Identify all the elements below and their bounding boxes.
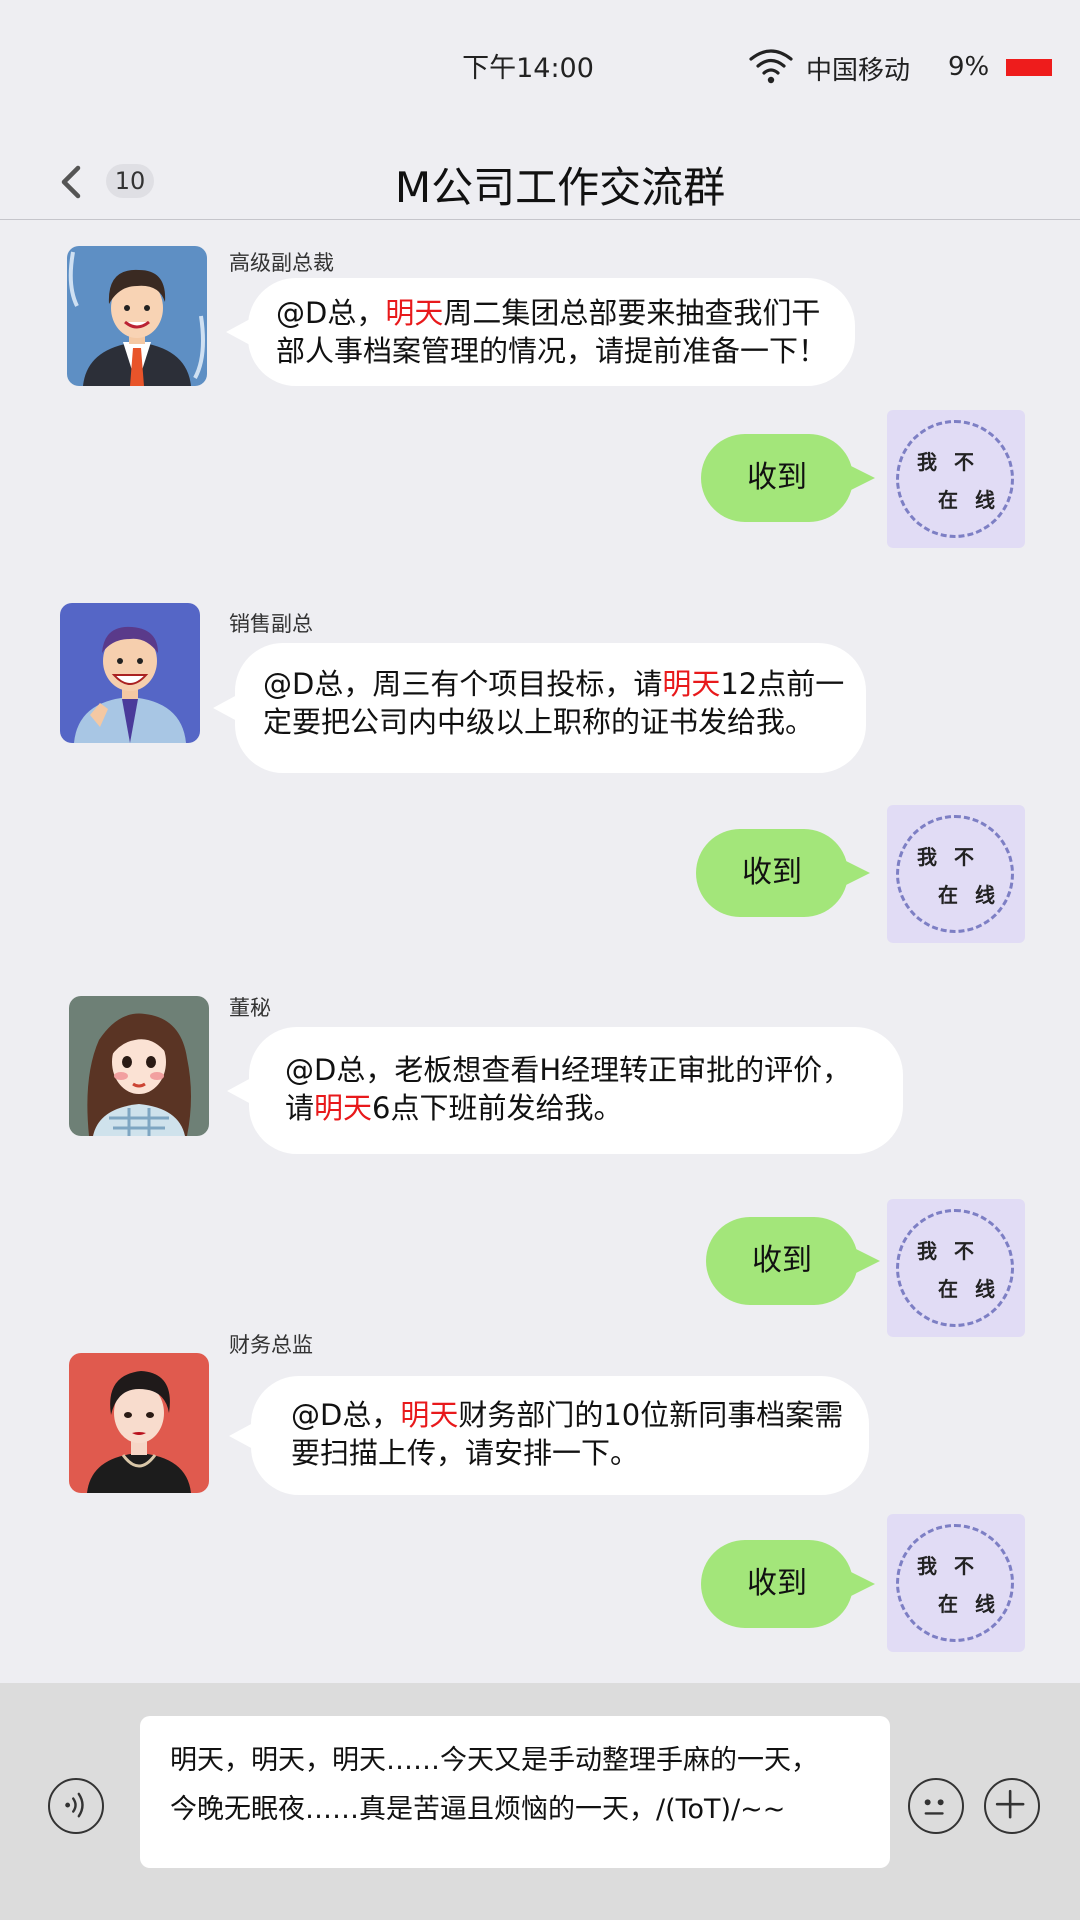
incoming-message-bubble[interactable]: @D总，明天财务部门的10位新同事档案需要扫描上传，请安排一下。 — [229, 1376, 869, 1495]
voice-input-button[interactable] — [48, 1778, 104, 1834]
stamp-text: 在 线 — [938, 1592, 1000, 1616]
stamp-text: 在 线 — [938, 488, 1000, 512]
incoming-message-bubble[interactable]: @D总，明天周二集团总部要来抽查我们干部人事档案管理的情况，请提前准备一下！ — [226, 278, 855, 386]
stamp-text: 我 不 — [917, 1554, 979, 1578]
sender-name: 财务总监 — [229, 1333, 313, 1357]
emoji-icon — [924, 1799, 944, 1815]
header-divider — [0, 219, 1080, 220]
stamp-ring — [896, 1524, 1014, 1642]
message-text: 6点下班前发给我。 — [372, 1091, 623, 1125]
message-text: @D总，周三有个项目投标，请 — [263, 667, 663, 701]
stamp-text: 我 不 — [917, 845, 979, 869]
message-text: @D总， — [291, 1398, 401, 1432]
message-text: @D总， — [276, 296, 386, 330]
sender-name: 销售副总 — [229, 612, 313, 636]
avatar-senior-vp[interactable] — [67, 246, 207, 386]
input-text-line: 明天，明天，明天……今天又是手动整理手麻的一天， — [170, 1745, 818, 1776]
input-text-line: 今晚无眠夜……真是苦逼且烦恼的一天，/(ToT)/~~ — [170, 1794, 786, 1825]
plus-icon — [995, 1789, 1025, 1819]
stamp-ring — [896, 815, 1014, 933]
chat-title: M公司工作交流群 — [394, 163, 726, 212]
stamp-text: 我 不 — [917, 1239, 979, 1263]
incoming-message-bubble[interactable]: @D总，老板想查看H经理转正审批的评价， 请明天6点下班前发给我。 — [227, 1027, 903, 1154]
message-input[interactable]: 明天，明天，明天……今天又是手动整理手麻的一天， 今晚无眠夜……真是苦逼且烦恼的… — [140, 1716, 890, 1868]
emoji-button[interactable] — [908, 1778, 964, 1834]
stamp-ring — [896, 420, 1014, 538]
highlight-word: 明天 — [400, 1398, 459, 1432]
my-avatar[interactable]: 我 不 在 线 — [887, 805, 1025, 943]
avatar-board-secretary[interactable] — [69, 996, 209, 1136]
avatar-sales-vp[interactable] — [60, 603, 200, 743]
my-avatar[interactable]: 我 不 在 线 — [887, 1514, 1025, 1652]
message-text: 请 — [285, 1091, 315, 1125]
avatar-cfo[interactable] — [69, 1353, 209, 1493]
battery-percentage: 9% — [948, 52, 990, 82]
outgoing-message-bubble[interactable]: 收到 — [706, 1217, 880, 1305]
carrier-name: 中国移动 — [806, 56, 911, 86]
stamp-text: 我 不 — [917, 450, 979, 474]
more-options-button[interactable] — [984, 1778, 1040, 1834]
outgoing-message-bubble[interactable]: 收到 — [701, 434, 875, 522]
voice-icon — [65, 1792, 84, 1818]
stamp-text: 在 线 — [938, 883, 1000, 907]
sender-name: 高级副总裁 — [229, 251, 334, 275]
stamp-text: 在 线 — [938, 1277, 1000, 1301]
my-avatar[interactable]: 我 不 在 线 — [887, 1199, 1025, 1337]
highlight-word: 明天 — [314, 1091, 373, 1125]
wifi-icon — [748, 46, 794, 86]
incoming-message-bubble[interactable]: @D总，周三有个项目投标，请明天12点前一定要把公司内中级以上职称的证书发给我。 — [213, 643, 866, 773]
highlight-word: 明天 — [662, 667, 721, 701]
sender-name: 董秘 — [229, 996, 271, 1020]
my-avatar[interactable]: 我 不 在 线 — [887, 410, 1025, 548]
battery-icon — [1006, 59, 1052, 76]
highlight-word: 明天 — [385, 296, 444, 330]
outgoing-message-bubble[interactable]: 收到 — [701, 1540, 875, 1628]
message-text: @D总，老板想查看H经理转正审批的评价， — [285, 1053, 852, 1087]
outgoing-message-bubble[interactable]: 收到 — [696, 829, 870, 917]
stamp-ring — [896, 1209, 1014, 1327]
